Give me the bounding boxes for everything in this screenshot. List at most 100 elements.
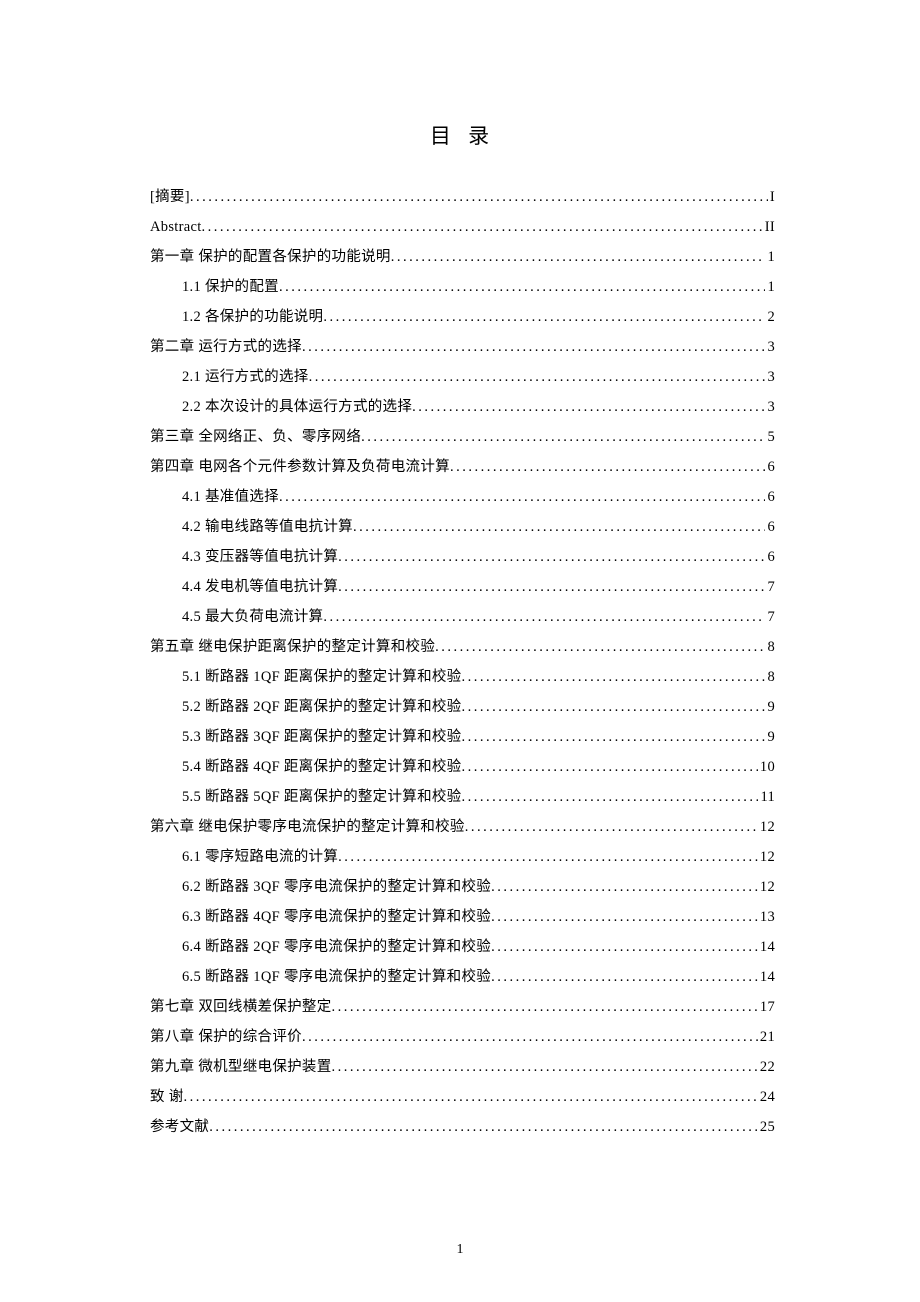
- toc-leader: [461, 782, 758, 812]
- toc-entry: 参考文献 25: [150, 1112, 775, 1142]
- toc-leader: [323, 302, 765, 332]
- toc-entry-label: 2.2 本次设计的具体运行方式的选择: [182, 392, 412, 422]
- toc-entry: 6.5 断路器 1QF 零序电流保护的整定计算和校验14: [150, 962, 775, 992]
- toc-leader: [302, 332, 766, 362]
- toc-leader: [332, 1052, 758, 1082]
- toc-entry: 第五章 继电保护距离保护的整定计算和校验 8: [150, 632, 775, 662]
- toc-entry: 6.1 零序短路电流的计算12: [150, 842, 775, 872]
- toc-entry-label: 参考文献: [150, 1112, 209, 1142]
- toc-entry: 6.2 断路器 3QF 零序电流保护的整定计算和校验12: [150, 872, 775, 902]
- toc-entry: 4.3 变压器等值电抗计算6: [150, 542, 775, 572]
- toc-leader: [391, 242, 766, 272]
- toc-leader: [461, 752, 757, 782]
- toc-entry-label: 第三章 全网络正、负、零序网络: [150, 422, 361, 452]
- toc-entry-page: 1: [765, 242, 775, 272]
- toc-entry-label: 第九章 微机型继电保护装置: [150, 1052, 332, 1082]
- toc-entry-label: 6.3 断路器 4QF 零序电流保护的整定计算和校验: [182, 902, 491, 932]
- toc-entry-page: 8: [765, 632, 775, 662]
- toc-entry-label: 第二章 运行方式的选择: [150, 332, 302, 362]
- toc-entry-page: 14: [758, 932, 775, 962]
- toc-list: [摘要]IAbstractII第一章 保护的配置各保护的功能说明11.1 保护的…: [150, 182, 775, 1142]
- toc-entry-page: 17: [758, 992, 775, 1022]
- toc-entry-page: I: [768, 182, 775, 212]
- toc-entry: 2.1 运行方式的选择3: [150, 362, 775, 392]
- toc-entry-page: 13: [758, 902, 775, 932]
- toc-entry-page: 7: [765, 572, 775, 602]
- toc-entry: [摘要] I: [150, 182, 775, 212]
- page-number: 1: [0, 1242, 920, 1258]
- toc-entry: AbstractII: [150, 212, 775, 242]
- toc-leader: [302, 1022, 758, 1052]
- toc-entry: 第二章 运行方式的选择3: [150, 332, 775, 362]
- toc-entry-label: 6.4 断路器 2QF 零序电流保护的整定计算和校验: [182, 932, 491, 962]
- toc-entry: 2.2 本次设计的具体运行方式的选择 3: [150, 392, 775, 422]
- toc-entry: 5.4 断路器 4QF 距离保护的整定计算和校验10: [150, 752, 775, 782]
- toc-entry-page: 9: [765, 692, 775, 722]
- toc-entry-page: 3: [765, 392, 775, 422]
- toc-entry-label: 6.2 断路器 3QF 零序电流保护的整定计算和校验: [182, 872, 491, 902]
- toc-leader: [353, 512, 765, 542]
- toc-entry: 第一章 保护的配置各保护的功能说明 1: [150, 242, 775, 272]
- toc-entry-label: 第七章 双回线横差保护整定: [150, 992, 332, 1022]
- toc-entry: 1.1 保护的配置 1: [150, 272, 775, 302]
- toc-leader: [491, 962, 758, 992]
- toc-entry-label: 5.1 断路器 1QF 距离保护的整定计算和校验: [182, 662, 461, 692]
- toc-entry: 致 谢 24: [150, 1082, 775, 1112]
- toc-entry-label: 1.1 保护的配置: [182, 272, 279, 302]
- toc-entry: 5.1 断路器 1QF 距离保护的整定计算和校验8: [150, 662, 775, 692]
- toc-entry-page: 6: [765, 512, 775, 542]
- toc-leader: [209, 1112, 758, 1142]
- toc-entry-label: 5.3 断路器 3QF 距离保护的整定计算和校验: [182, 722, 461, 752]
- toc-leader: [323, 602, 765, 632]
- toc-leader: [465, 812, 758, 842]
- toc-leader: [338, 542, 765, 572]
- toc-entry: 4.1 基准值选择6: [150, 482, 775, 512]
- toc-entry: 第六章 继电保护零序电流保护的整定计算和校验12: [150, 812, 775, 842]
- toc-leader: [279, 272, 765, 302]
- toc-leader: [491, 902, 758, 932]
- toc-leader: [491, 872, 758, 902]
- toc-leader: [190, 182, 768, 212]
- toc-entry: 4.2 输电线路等值电抗计算6: [150, 512, 775, 542]
- toc-entry-page: 12: [758, 842, 775, 872]
- toc-leader: [450, 452, 766, 482]
- toc-entry-label: 1.2 各保护的功能说明: [182, 302, 323, 332]
- toc-entry-page: II: [763, 212, 775, 242]
- toc-entry: 第三章 全网络正、负、零序网络5: [150, 422, 775, 452]
- toc-leader: [461, 662, 765, 692]
- toc-entry: 第八章 保护的综合评价21: [150, 1022, 775, 1052]
- toc-entry-label: [摘要]: [150, 182, 190, 212]
- toc-entry: 第四章 电网各个元件参数计算及负荷电流计算 6: [150, 452, 775, 482]
- toc-entry-label: 第六章 继电保护零序电流保护的整定计算和校验: [150, 812, 465, 842]
- toc-entry-label: 第一章 保护的配置各保护的功能说明: [150, 242, 391, 272]
- toc-entry: 1.2 各保护的功能说明 2: [150, 302, 775, 332]
- toc-entry-page: 6: [765, 482, 775, 512]
- toc-leader: [491, 932, 758, 962]
- toc-entry-page: 24: [758, 1082, 775, 1112]
- toc-entry-label: 4.5 最大负荷电流计算: [182, 602, 323, 632]
- toc-entry-label: 致 谢: [150, 1082, 184, 1112]
- toc-entry-label: 5.5 断路器 5QF 距离保护的整定计算和校验: [182, 782, 461, 812]
- toc-title: 目 录: [150, 120, 775, 150]
- toc-entry-label: 5.2 断路器 2QF 距离保护的整定计算和校验: [182, 692, 461, 722]
- toc-entry: 6.3 断路器 4QF 零序电流保护的整定计算和校验 13: [150, 902, 775, 932]
- toc-entry-page: 2: [765, 302, 775, 332]
- toc-entry-label: 第四章 电网各个元件参数计算及负荷电流计算: [150, 452, 450, 482]
- toc-entry-page: 14: [758, 962, 775, 992]
- toc-entry-page: 11: [758, 782, 775, 812]
- toc-entry-page: 6: [765, 452, 775, 482]
- toc-leader: [309, 362, 766, 392]
- toc-entry-label: 5.4 断路器 4QF 距离保护的整定计算和校验: [182, 752, 461, 782]
- toc-entry: 4.4 发电机等值电抗计算 7: [150, 572, 775, 602]
- toc-leader: [338, 572, 765, 602]
- toc-leader: [412, 392, 765, 422]
- toc-leader: [332, 992, 758, 1022]
- toc-entry-label: 第八章 保护的综合评价: [150, 1022, 302, 1052]
- toc-entry-page: 25: [758, 1112, 775, 1142]
- toc-leader: [202, 212, 763, 242]
- toc-entry-page: 1: [765, 272, 775, 302]
- toc-leader: [338, 842, 758, 872]
- toc-entry-label: 第五章 继电保护距离保护的整定计算和校验: [150, 632, 435, 662]
- toc-entry-label: 2.1 运行方式的选择: [182, 362, 309, 392]
- toc-entry-label: 4.4 发电机等值电抗计算: [182, 572, 338, 602]
